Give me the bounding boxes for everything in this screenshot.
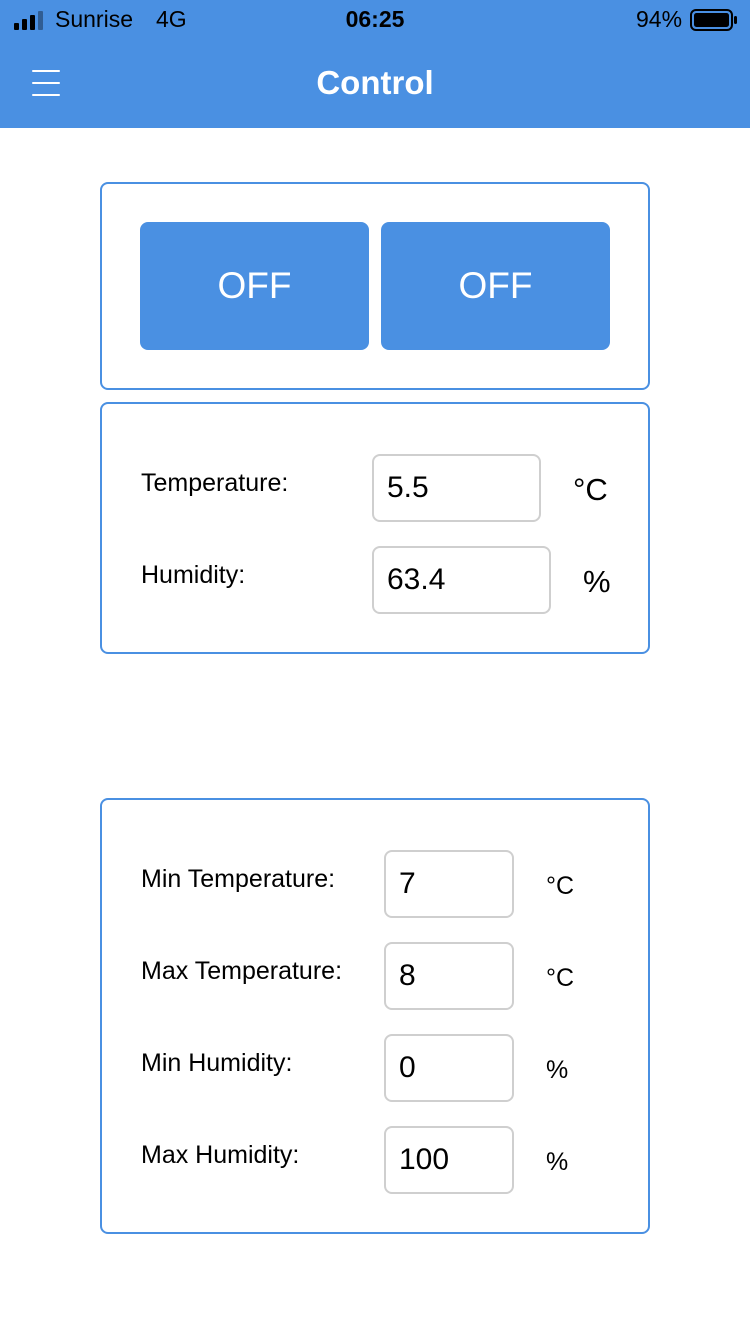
min-temperature-field[interactable] [384,850,514,918]
min-humidity-unit: % [546,1056,569,1084]
readings-card: Temperature: °C Humidity: % [100,402,650,654]
max-humidity-field[interactable] [384,1126,514,1194]
max-humidity-label: Max Humidity: [141,1141,300,1169]
temperature-label: Temperature: [141,469,289,497]
temperature-unit: °C [573,472,608,507]
switch-1-button[interactable]: OFF [140,222,369,350]
page-title: Control [316,64,434,101]
limits-card: Min Temperature: °C Max Temperature: °C … [100,798,650,1234]
switch-2-button[interactable]: OFF [381,222,610,350]
max-humidity-unit: % [546,1148,569,1176]
app-header: Sunrise 4G 06:25 94% Control [0,0,750,128]
max-temperature-label: Max Temperature: [141,957,343,985]
status-bar: Sunrise 4G 06:25 94% [0,0,750,40]
humidity-field[interactable] [372,546,551,614]
min-temperature-unit: °C [546,872,575,900]
max-temperature-field[interactable] [384,942,514,1010]
max-temperature-unit: °C [546,964,575,992]
battery-percent: 94% [636,6,683,32]
humidity-unit: % [583,564,611,599]
temperature-field[interactable] [372,454,541,522]
humidity-label: Humidity: [141,561,246,589]
switch-card: OFF OFF [100,182,650,390]
min-humidity-label: Min Humidity: [141,1049,293,1077]
min-temperature-label: Min Temperature: [141,865,336,893]
battery-icon [690,9,737,31]
min-humidity-field[interactable] [384,1034,514,1102]
